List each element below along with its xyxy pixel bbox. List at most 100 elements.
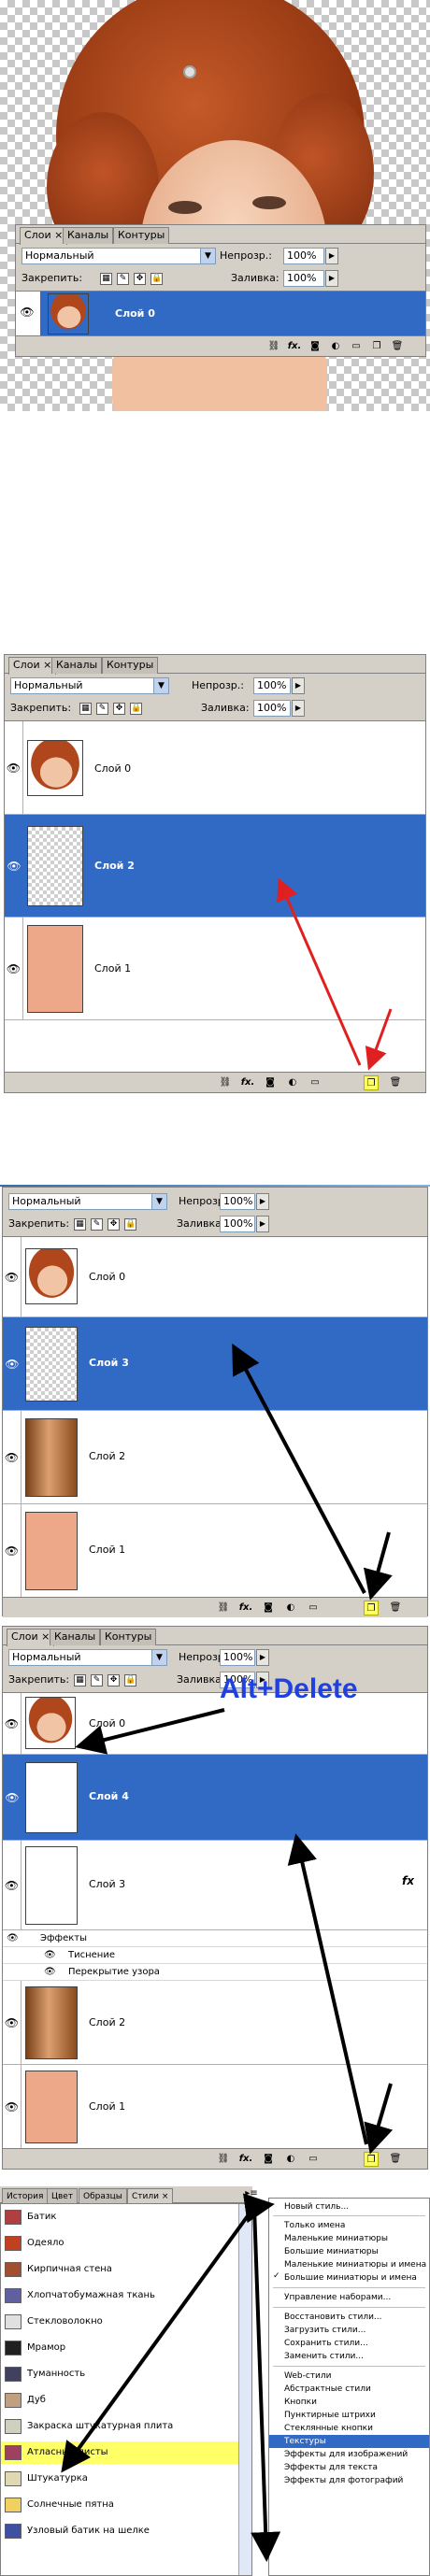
fill-field[interactable]: 100% <box>283 270 324 287</box>
opacity-field[interactable]: 100% <box>253 677 291 694</box>
menu-item[interactable]: Пунктирные штрихи <box>269 2409 429 2422</box>
tab-layers[interactable]: Слои × <box>20 227 68 245</box>
layer-row[interactable]: 👁 Слой 1 <box>3 2065 427 2149</box>
menu-item[interactable]: Эффекты для изображений <box>269 2448 429 2461</box>
new-layer-icon[interactable]: ❐ <box>364 2152 379 2167</box>
tab-channels[interactable]: Каналы <box>50 1629 101 1645</box>
link-icon[interactable]: ⛓ <box>216 1601 231 1615</box>
lock-transparency-icon[interactable]: ▦ <box>79 703 92 715</box>
list-item[interactable]: Одеяло <box>1 2232 251 2255</box>
eye-icon[interactable]: 👁 <box>7 1930 19 1947</box>
eye-icon[interactable]: 👁 <box>3 1411 22 1503</box>
list-item[interactable]: Штукатурка <box>1 2468 251 2490</box>
opacity-slider-button[interactable]: ▶ <box>256 1193 269 1210</box>
layer-row[interactable]: 👁 Слой 2 <box>5 815 425 918</box>
menu-item[interactable]: Сохранить стили... <box>269 2337 429 2350</box>
layer-row[interactable]: 👁 Слой 0 <box>3 1693 427 1755</box>
menu-item[interactable]: Управление наборами... <box>269 2291 429 2304</box>
list-item[interactable]: Хлопчатобумажная ткань <box>1 2284 251 2307</box>
menu-item[interactable]: Загрузить стили... <box>269 2324 429 2337</box>
eye-icon[interactable]: 👁 <box>5 815 23 917</box>
blend-mode-select[interactable]: Нормальный ▼ <box>10 677 169 694</box>
adjustment-icon[interactable]: ◐ <box>285 1075 300 1090</box>
menu-item[interactable]: Эффекты для текста <box>269 2461 429 2474</box>
fx-icon[interactable]: fx. <box>238 1601 253 1615</box>
menu-item[interactable]: Маленькие миниатюры <box>269 2232 429 2245</box>
lock-pixels-icon[interactable]: ✎ <box>91 1218 103 1231</box>
tab-channels[interactable]: Каналы <box>51 657 103 674</box>
list-item[interactable]: Атласные листы <box>1 2441 251 2464</box>
menu-item-checked[interactable]: Большие миниатюры и имена <box>269 2271 429 2284</box>
lock-all-icon[interactable]: 🔒 <box>130 703 142 715</box>
menu-item[interactable]: Только имена <box>269 2219 429 2232</box>
new-layer-icon[interactable]: ❐ <box>369 339 384 354</box>
lock-position-icon[interactable]: ✥ <box>108 1674 120 1686</box>
list-item[interactable]: Узловый батик на шелке <box>1 2520 251 2542</box>
list-item[interactable]: Кирпичная стена <box>1 2258 251 2281</box>
list-item[interactable]: Стекловолокно <box>1 2311 251 2333</box>
effects-row[interactable]: 👁 Эффекты <box>3 1930 427 1947</box>
list-item[interactable]: Мрамор <box>1 2337 251 2359</box>
trash-icon[interactable]: 🗑 <box>388 1075 403 1090</box>
lock-position-icon[interactable]: ✥ <box>113 703 125 715</box>
fx-icon[interactable]: fx. <box>287 339 302 354</box>
trash-icon[interactable]: 🗑 <box>388 1601 403 1615</box>
opacity-slider-button[interactable]: ▶ <box>292 677 305 694</box>
opacity-slider-button[interactable]: ▶ <box>256 1649 269 1666</box>
mask-icon[interactable]: ◙ <box>261 1601 276 1615</box>
link-icon[interactable]: ⛓ <box>216 2152 231 2167</box>
menu-item[interactable]: Абстрактные стили <box>269 2383 429 2396</box>
tab-paths[interactable]: Контуры <box>100 1629 157 1645</box>
menu-item[interactable]: Стеклянные кнопки <box>269 2422 429 2435</box>
eye-icon[interactable]: 👁 <box>3 1504 22 1597</box>
menu-item[interactable]: Маленькие миниатюры и имена <box>269 2258 429 2271</box>
eye-icon[interactable]: 👁 <box>3 1317 22 1410</box>
layer-row[interactable]: 👁 Слой 1 <box>5 918 425 1020</box>
adjustment-icon[interactable]: ◐ <box>283 2152 298 2167</box>
layer-row[interactable]: 👁 Слой 4 <box>3 1755 427 1841</box>
fx-icon[interactable]: fx. <box>238 2152 253 2167</box>
opacity-slider-button[interactable]: ▶ <box>325 248 338 264</box>
link-icon[interactable]: ⛓ <box>266 339 281 354</box>
folder-icon[interactable]: ▭ <box>308 1075 322 1090</box>
adjustment-icon[interactable]: ◐ <box>283 1601 298 1615</box>
tab-layers[interactable]: Слои × <box>7 1629 55 1646</box>
tab-paths[interactable]: Контуры <box>102 657 159 674</box>
layer-row[interactable]: 👁 Слой 0 <box>5 721 425 815</box>
lock-all-icon[interactable]: 🔒 <box>124 1218 136 1231</box>
scrollbar[interactable] <box>238 2204 251 2575</box>
menu-item[interactable]: Новый стиль... <box>269 2200 429 2213</box>
folder-icon[interactable]: ▭ <box>349 339 364 354</box>
eye-icon[interactable]: 👁 <box>3 1841 22 1929</box>
layer-row[interactable]: 👁 Слой 2 <box>3 1411 427 1504</box>
lock-transparency-icon[interactable]: ▦ <box>74 1674 86 1686</box>
menu-item[interactable]: Восстановить стили... <box>269 2311 429 2324</box>
layer-row[interactable]: 👁 Слой 2 <box>3 1981 427 2065</box>
lock-position-icon[interactable]: ✥ <box>134 273 146 285</box>
adjustment-icon[interactable]: ◐ <box>328 339 343 354</box>
blend-mode-select[interactable]: Нормальный ▼ <box>8 1193 167 1210</box>
eye-icon[interactable]: 👁 <box>18 306 36 319</box>
menu-item[interactable]: Эффекты для фотографий <box>269 2474 429 2487</box>
fill-slider-button[interactable]: ▶ <box>292 700 305 717</box>
tab-paths[interactable]: Контуры <box>113 227 170 244</box>
opacity-field[interactable]: 100% <box>283 248 324 264</box>
panel-menu-button[interactable]: ▸≡ <box>245 2188 258 2201</box>
list-item[interactable]: Дуб <box>1 2389 251 2412</box>
opacity-field[interactable]: 100% <box>220 1193 255 1210</box>
lock-all-icon[interactable]: 🔒 <box>150 273 163 285</box>
layer-row[interactable]: 👁 Слой 3 fx <box>3 1841 427 1930</box>
blend-mode-select[interactable]: Нормальный ▼ <box>8 1649 167 1666</box>
new-layer-icon[interactable]: ❐ <box>364 1601 379 1615</box>
link-icon[interactable]: ⛓ <box>218 1075 233 1090</box>
eye-icon[interactable]: 👁 <box>3 1981 22 2064</box>
lock-pixels-icon[interactable]: ✎ <box>96 703 108 715</box>
menu-item[interactable]: Web-стили <box>269 2370 429 2383</box>
eye-icon[interactable]: 👁 <box>44 1964 56 1981</box>
list-item[interactable]: Туманность <box>1 2363 251 2385</box>
folder-icon[interactable]: ▭ <box>306 1601 321 1615</box>
list-item[interactable]: Батик <box>1 2206 251 2228</box>
layer-row[interactable]: 👁 Слой 3 <box>3 1317 427 1411</box>
lock-all-icon[interactable]: 🔒 <box>124 1674 136 1686</box>
menu-item[interactable]: Заменить стили... <box>269 2350 429 2363</box>
